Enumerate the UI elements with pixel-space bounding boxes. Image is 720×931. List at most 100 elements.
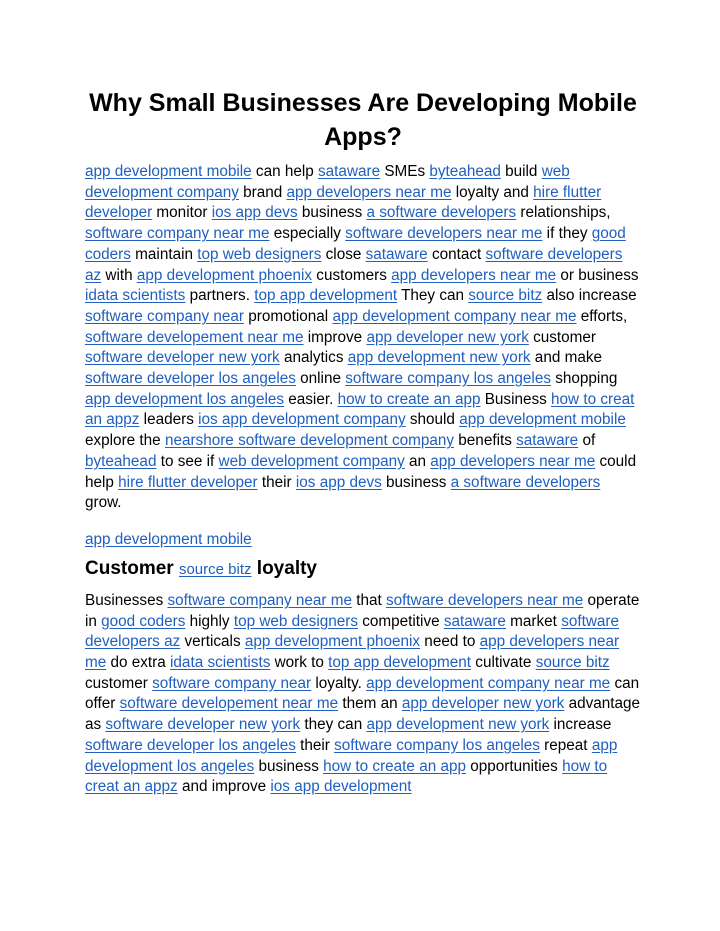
loyalty-paragraph: Businesses software company near me that… [85,591,641,798]
section-heading: Customer source bitz loyalty [85,556,641,583]
inline-link[interactable]: web development company [219,453,405,470]
body-text: if they [542,225,592,243]
standalone-link[interactable]: app development mobile [85,531,252,548]
body-text: brand [238,183,287,201]
inline-link[interactable]: software developement near me [120,695,339,712]
inline-link[interactable]: app development mobile [85,163,252,180]
body-text: monitor [152,204,212,222]
body-text: an [404,452,431,470]
body-text: They can [397,287,469,305]
inline-link[interactable]: top web designers [197,246,321,263]
inline-link[interactable]: app development company near me [366,675,610,692]
body-text: contact [427,245,486,263]
inline-link[interactable]: app developers near me [430,453,595,470]
body-text: SMEs [380,163,430,180]
inline-link[interactable]: software company near me [85,225,270,242]
inline-link[interactable]: app development new york [366,716,549,733]
intro-paragraph: app development mobile can help sataware… [85,162,641,514]
body-text: online [295,370,346,388]
body-text: customers [312,266,392,284]
inline-link[interactable]: app development mobile [459,411,626,428]
inline-link[interactable]: sataware [318,163,380,180]
body-text: business [254,757,324,775]
body-text: competitive [357,612,444,630]
inline-link[interactable]: ios app devs [212,204,298,221]
inline-link[interactable]: a software developers [366,204,516,221]
body-text: customer [528,328,597,346]
inline-link[interactable]: app developers near me [391,267,556,284]
inline-link[interactable]: source bitz [536,654,610,671]
inline-link[interactable]: app development los angeles [85,391,284,408]
inline-link[interactable]: hire flutter developer [118,474,257,491]
body-text: build [500,163,542,180]
inline-link[interactable]: software company near me [167,592,352,609]
body-text: or business [556,266,639,284]
inline-link[interactable]: software company near [152,675,311,692]
body-text: need to [420,633,480,651]
body-text: analytics [279,349,348,367]
inline-link[interactable]: good coders [101,613,185,630]
body-text: their [295,736,335,754]
heading-text-after: loyalty [251,557,317,579]
body-text: and make [530,349,602,367]
inline-link[interactable]: sataware [444,613,506,630]
inline-link[interactable]: software developers near me [386,592,583,609]
body-text: and improve [177,778,271,796]
body-text: promotional [244,307,333,325]
body-text: explore the [85,432,165,450]
body-text: close [321,245,366,263]
inline-link[interactable]: app development company near me [332,308,576,325]
body-text: loyalty. [311,674,367,692]
body-text: improve [303,328,367,346]
inline-link[interactable]: software company near [85,308,244,325]
body-text: can help [251,163,319,180]
body-text: highly [185,612,234,630]
inline-link[interactable]: app development phoenix [245,633,420,650]
inline-link[interactable]: sataware [516,432,578,449]
document-page: Why Small Businesses Are Developing Mobi… [85,86,641,798]
inline-link[interactable]: top app development [328,654,471,671]
inline-link[interactable]: app developers near me [287,184,452,201]
inline-link[interactable]: software company los angeles [334,737,540,754]
inline-link[interactable]: idata scientists [85,287,185,304]
body-text: repeat [539,736,592,754]
inline-link[interactable]: nearshore software development company [165,432,454,449]
inline-link[interactable]: byteahead [429,163,500,180]
inline-link[interactable]: app developer new york [402,695,564,712]
inline-link[interactable]: idata scientists [170,654,270,671]
body-text: grow. [85,494,122,512]
inline-link[interactable]: ios app development company [198,411,406,428]
inline-link[interactable]: app development phoenix [137,267,312,284]
inline-link[interactable]: ios app development [270,778,411,795]
body-text: verticals [180,633,245,651]
inline-link[interactable]: software developers near me [345,225,542,242]
inline-link[interactable]: byteahead [85,453,156,470]
body-text: relationships, [516,204,611,222]
heading-link[interactable]: source bitz [179,561,252,578]
inline-link[interactable]: app development new york [348,349,531,366]
body-text: shopping [551,370,618,388]
inline-link[interactable]: software developer los angeles [85,737,296,754]
body-text: also increase [542,287,637,305]
body-text: loyalty and [451,183,534,201]
inline-link[interactable]: top web designers [234,613,358,630]
inline-link[interactable]: a software developers [451,474,601,491]
inline-link[interactable]: how to create an app [338,391,481,408]
body-text: easier. [284,390,338,408]
inline-link[interactable]: ios app devs [296,474,382,491]
body-text: business [381,473,451,491]
inline-link[interactable]: software developement near me [85,329,304,346]
body-text: market [505,612,562,630]
inline-link[interactable]: software developer new york [85,349,280,366]
inline-link[interactable]: software developer los angeles [85,370,296,387]
inline-link[interactable]: app developer new york [366,329,528,346]
inline-link[interactable]: software developer new york [105,716,300,733]
body-text: efforts, [576,307,628,325]
inline-link[interactable]: source bitz [468,287,542,304]
body-text: them an [338,695,402,713]
body-text: partners. [185,287,255,305]
inline-link[interactable]: how to create an app [323,758,466,775]
inline-link[interactable]: top app development [254,287,397,304]
inline-link[interactable]: software company los angeles [345,370,551,387]
inline-link[interactable]: sataware [366,246,428,263]
